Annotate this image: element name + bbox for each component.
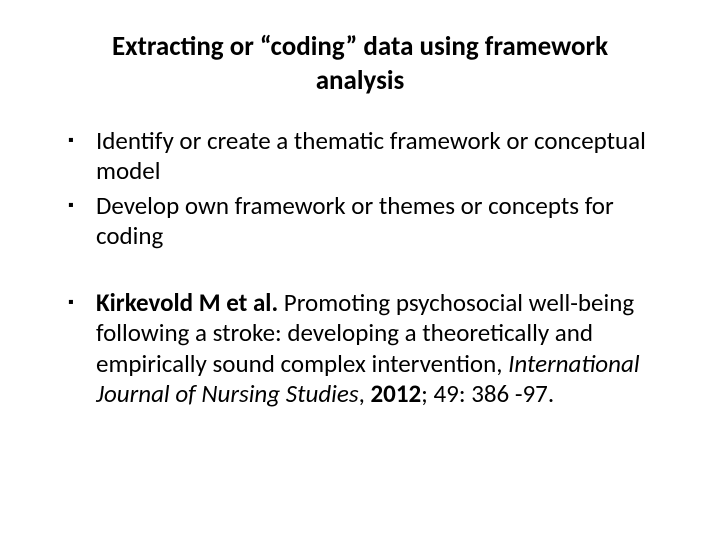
citation-sep: , <box>359 378 371 409</box>
square-bullet-icon: ▪ <box>68 191 96 221</box>
bullet-group-main: ▪ Identify or create a thematic framewor… <box>68 126 670 252</box>
list-item: ▪ Develop own framework or themes or con… <box>68 191 670 252</box>
slide-content: ▪ Identify or create a thematic framewor… <box>50 126 670 410</box>
citation-author: Kirkevold M et al. <box>96 287 278 318</box>
square-bullet-icon: ▪ <box>68 126 96 156</box>
bullet-text: Identify or create a thematic framework … <box>96 126 670 187</box>
citation-text: Kirkevold M et al. Promoting psychosocia… <box>96 288 670 410</box>
slide-title: Extracting or “coding” data using framew… <box>110 30 610 98</box>
list-item: ▪ Kirkevold M et al. Promoting psychosoc… <box>68 288 670 410</box>
citation-year: 2012 <box>370 378 421 409</box>
citation-tail: ; 49: 386 -97. <box>421 378 554 409</box>
bullet-text: Develop own framework or themes or conce… <box>96 191 670 252</box>
list-item: ▪ Identify or create a thematic framewor… <box>68 126 670 187</box>
bullet-group-citation: ▪ Kirkevold M et al. Promoting psychosoc… <box>68 288 670 410</box>
square-bullet-icon: ▪ <box>68 288 96 318</box>
